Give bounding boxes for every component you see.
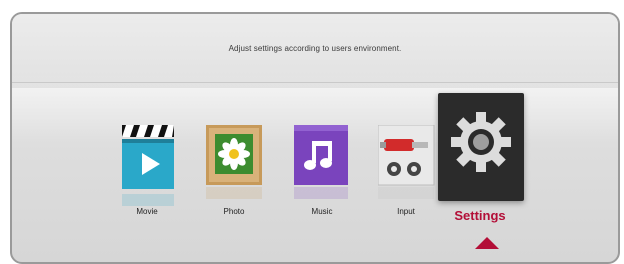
selection-pointer xyxy=(475,237,499,249)
photo-daisy-icon xyxy=(206,125,262,185)
movie-reflection xyxy=(122,194,174,206)
movie-clapper-icon xyxy=(122,125,174,189)
divider-line xyxy=(12,82,618,83)
input-reflection xyxy=(378,187,434,199)
menu-hint-text: Adjust settings according to users envir… xyxy=(228,44,402,53)
music-reflection xyxy=(294,187,348,199)
input-connector-icon xyxy=(378,125,435,186)
photo-reflection xyxy=(206,187,262,199)
menu-item-label: Movie xyxy=(136,207,158,216)
menu-item-settings[interactable] xyxy=(438,93,524,201)
menu-item-label: Photo xyxy=(223,207,245,216)
gear-icon xyxy=(451,112,511,172)
menu-item-settings-label: Settings xyxy=(454,208,506,223)
music-note-icon xyxy=(294,125,348,185)
